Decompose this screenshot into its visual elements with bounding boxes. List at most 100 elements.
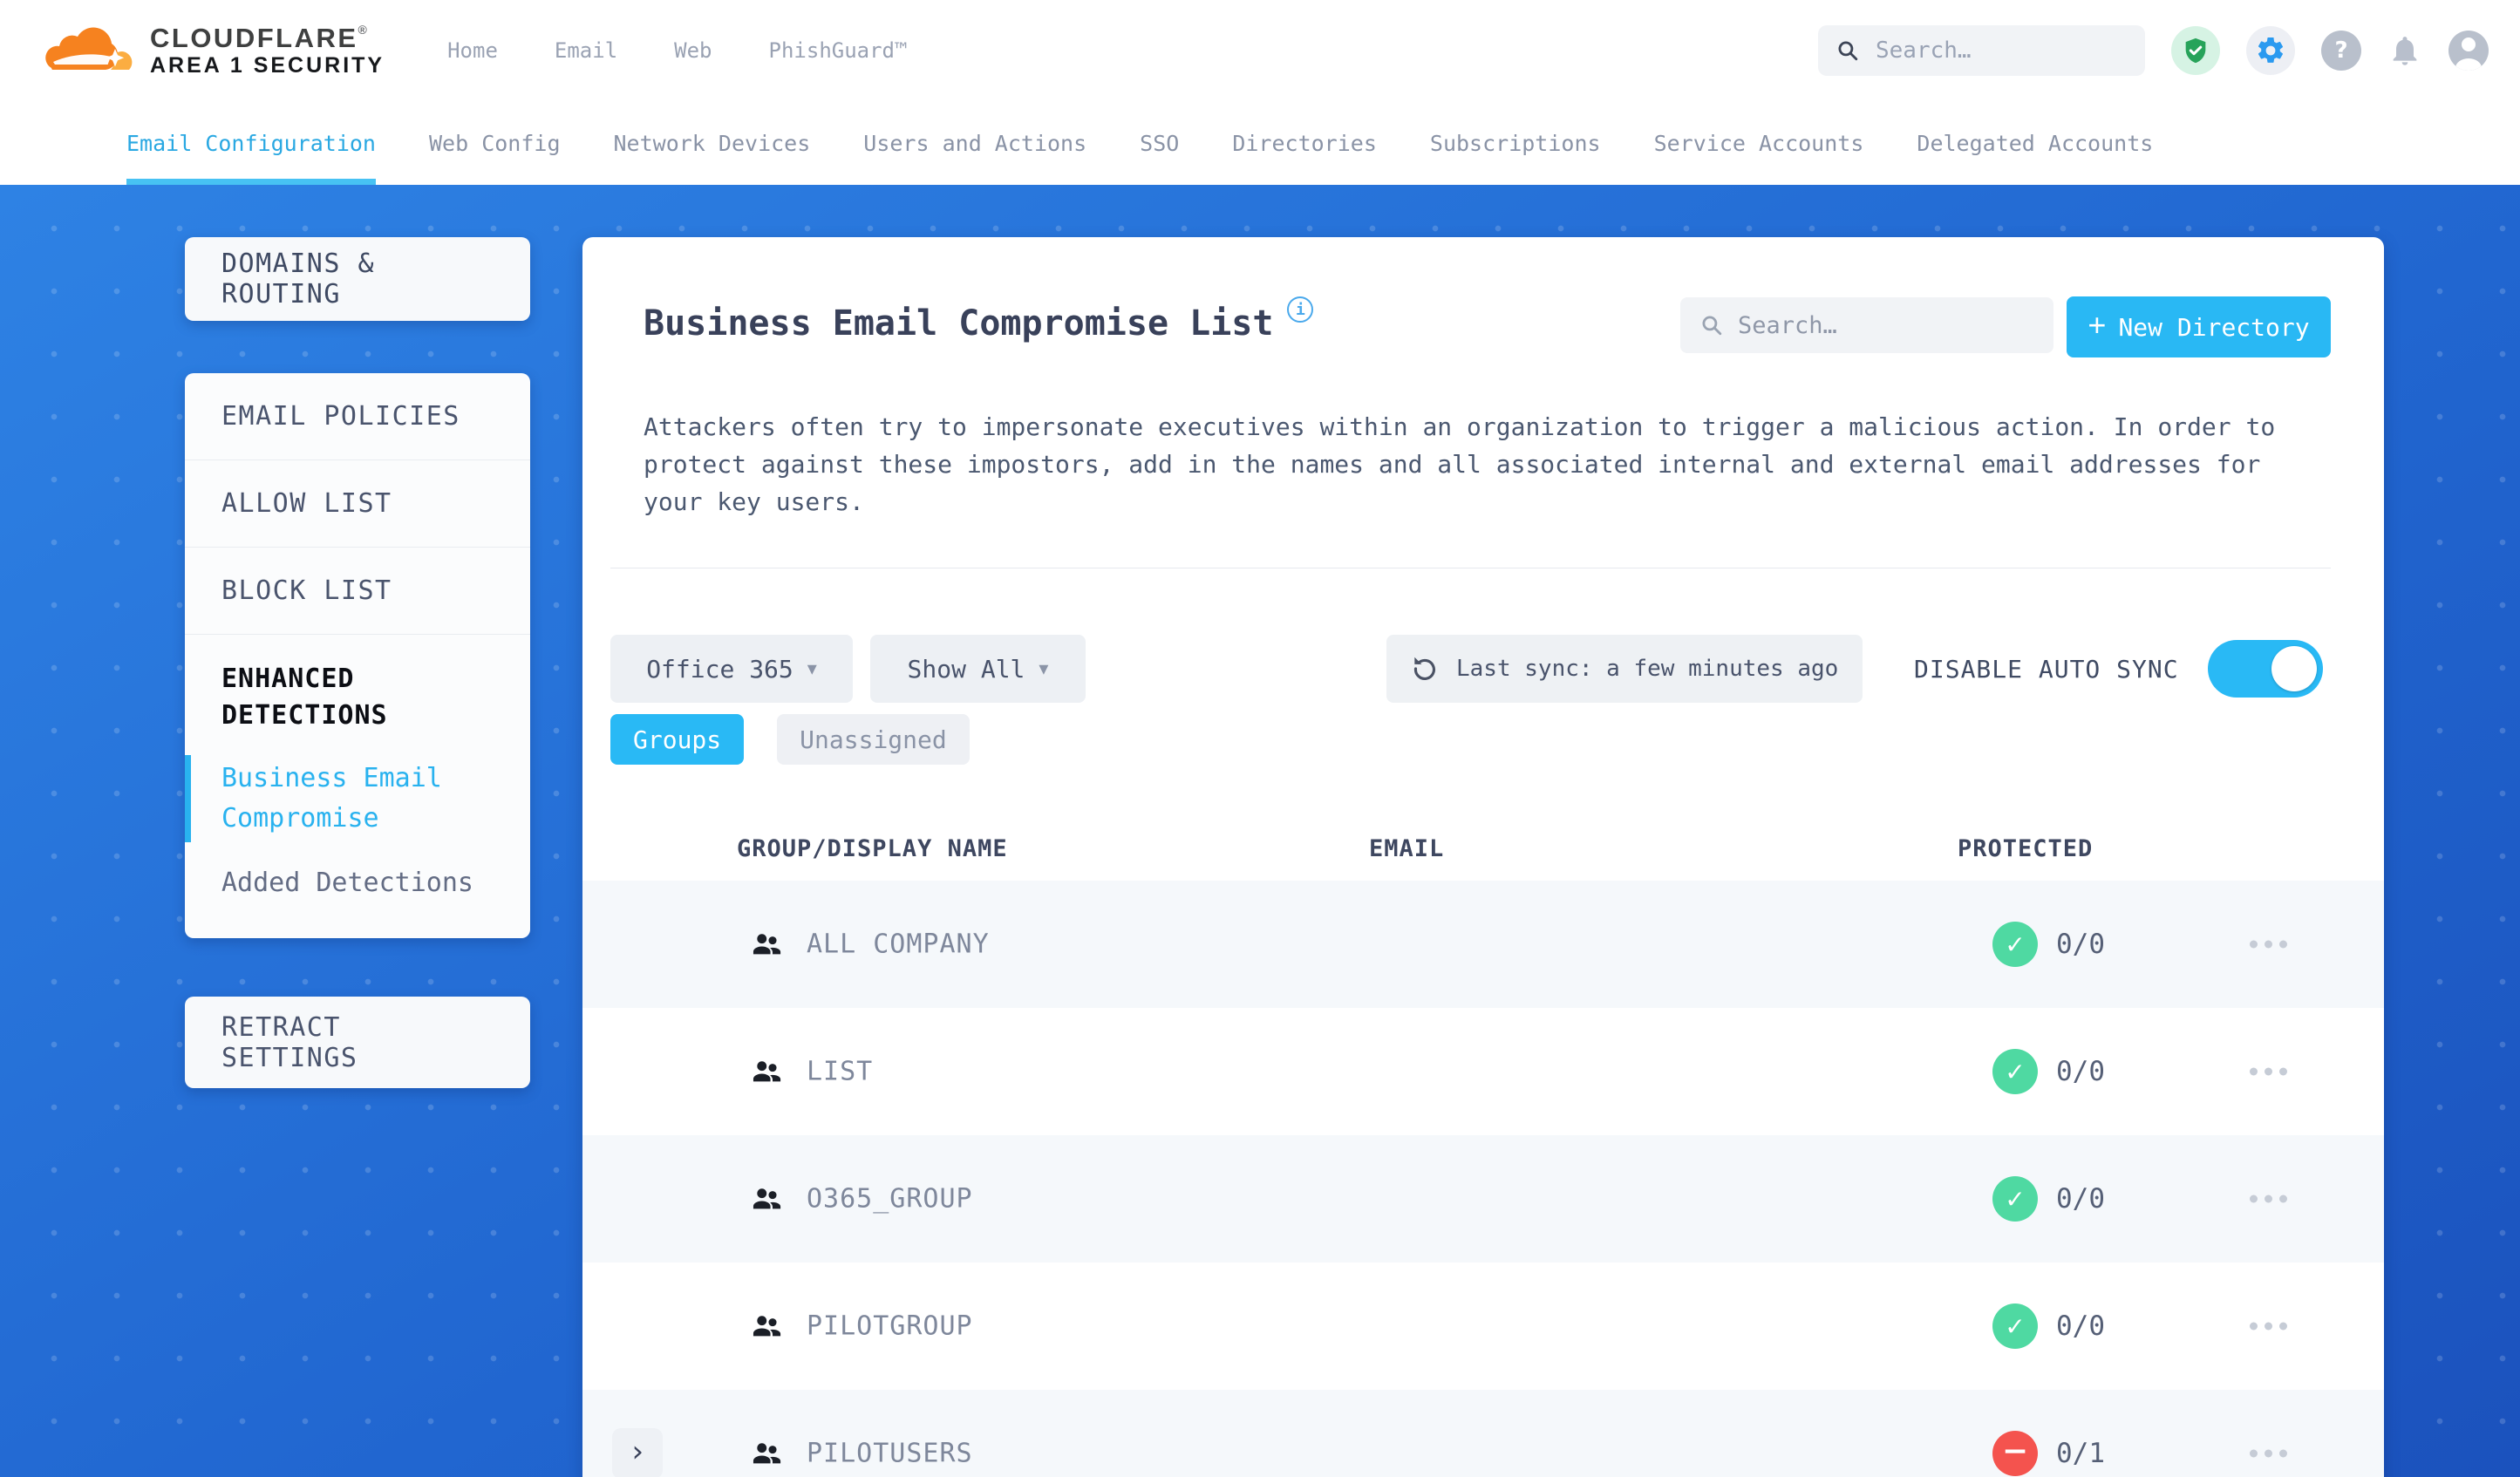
protected-status-icon — [1992, 922, 2038, 967]
app-window: CLOUDFLARE® AREA 1 SECURITY Home Email W… — [0, 0, 2520, 1477]
info-icon[interactable]: i — [1287, 296, 1314, 323]
group-icon — [748, 929, 785, 960]
gear-icon — [2255, 35, 2286, 66]
group-icon — [748, 1310, 785, 1342]
settings-button[interactable] — [2246, 26, 2295, 75]
user-avatar-button[interactable] — [2448, 31, 2489, 71]
refresh-icon — [1409, 653, 1440, 684]
tab-email-configuration[interactable]: Email Configuration — [126, 101, 376, 185]
global-search-placeholder: Search… — [1876, 37, 1972, 64]
top-nav-phishguard[interactable]: PhishGuard™ — [769, 38, 908, 63]
table-row[interactable]: LIST 0/0 — [582, 1008, 2384, 1135]
top-nav: Home Email Web PhishGuard™ — [447, 38, 907, 63]
last-sync-button[interactable]: Last sync: a few minutes ago — [1386, 635, 1863, 703]
brand-tagline: AREA 1 SECURITY — [150, 52, 385, 78]
content-area: DOMAINS & ROUTING EMAIL POLICIES ALLOW L… — [0, 185, 2520, 1477]
list-search-input[interactable]: Search… — [1680, 297, 2053, 353]
plus-icon: + — [2088, 307, 2107, 343]
protected-status-icon — [1992, 1176, 2038, 1222]
search-icon — [1699, 313, 1724, 337]
table-row[interactable]: O365_GROUP 0/0 — [582, 1135, 2384, 1263]
tab-groups[interactable]: Groups — [610, 714, 745, 765]
group-name: PILOTUSERS — [807, 1438, 973, 1469]
sidebar-item-email-policies[interactable]: EMAIL POLICIES — [185, 373, 530, 460]
sidebar-item-block-list[interactable]: BLOCK LIST — [185, 548, 530, 635]
tab-users-and-actions[interactable]: Users and Actions — [863, 101, 1086, 185]
header-right: Search… — [1818, 25, 2489, 76]
row-menu-button[interactable] — [2250, 940, 2287, 949]
cloudflare-cloud-icon — [45, 23, 136, 78]
group-icon — [748, 1438, 785, 1469]
group-name: PILOTGROUP — [807, 1310, 973, 1342]
page-title: Business Email Compromise List — [644, 303, 1274, 344]
tab-web-config[interactable]: Web Config — [429, 101, 561, 185]
brand-name: CLOUDFLARE — [150, 22, 358, 53]
sidebar-item-enhanced-detections[interactable]: ENHANCED DETECTIONS — [221, 661, 494, 734]
row-menu-button[interactable] — [2250, 1195, 2287, 1203]
table-body: ALL COMPANY 0/0 LIST 0/0 — [582, 881, 2384, 1477]
toggle-knob — [2271, 646, 2317, 691]
tab-service-accounts[interactable]: Service Accounts — [1654, 101, 1864, 185]
page-description: Attackers often try to impersonate execu… — [644, 412, 2276, 516]
group-icon — [748, 1183, 785, 1215]
group-name: LIST — [807, 1056, 874, 1087]
sidebar-item-added-detections[interactable]: Added Detections — [221, 863, 494, 903]
global-search-input[interactable]: Search… — [1818, 25, 2145, 76]
tab-directories[interactable]: Directories — [1232, 101, 1377, 185]
group-name: ALL COMPANY — [807, 929, 990, 960]
expand-chevron-button[interactable] — [612, 1428, 663, 1477]
group-name: O365_GROUP — [807, 1183, 973, 1215]
table-row[interactable]: PILOTGROUP 0/0 — [582, 1263, 2384, 1390]
sidebar-item-business-email-compromise[interactable]: Business Email Compromise — [185, 755, 494, 842]
title-row: Business Email Compromise List i — [644, 296, 1314, 344]
security-status-button[interactable] — [2171, 26, 2220, 75]
tab-sso[interactable]: SSO — [1140, 101, 1179, 185]
sidebar-item-allow-list[interactable]: ALLOW LIST — [185, 460, 530, 548]
help-button[interactable] — [2321, 31, 2361, 71]
tab-delegated-accounts[interactable]: Delegated Accounts — [1917, 101, 2153, 185]
sidebar-item-domains-routing[interactable]: DOMAINS & ROUTING — [185, 237, 530, 321]
protected-count: 0/0 — [2056, 929, 2105, 960]
protected-count: 0/0 — [2056, 1056, 2105, 1087]
directory-select-value: Office 365 — [646, 654, 793, 684]
show-filter-select[interactable]: Show All — [870, 635, 1086, 703]
view-tabs: Groups Unassigned — [610, 714, 970, 765]
new-directory-button[interactable]: + New Directory — [2067, 296, 2331, 357]
cloudflare-logo[interactable]: CLOUDFLARE® AREA 1 SECURITY — [45, 23, 385, 78]
sidebar-policies-card: EMAIL POLICIES ALLOW LIST BLOCK LIST ENH… — [185, 373, 530, 938]
row-menu-button[interactable] — [2250, 1449, 2287, 1458]
top-nav-web[interactable]: Web — [674, 38, 712, 63]
protected-count: 0/0 — [2056, 1183, 2105, 1215]
group-icon — [748, 1056, 785, 1087]
tab-subscriptions[interactable]: Subscriptions — [1430, 101, 1601, 185]
auto-sync-toggle[interactable] — [2208, 640, 2323, 698]
sidebar-section-enhanced-detections: ENHANCED DETECTIONS Business Email Compr… — [185, 635, 530, 938]
protected-status-icon — [1992, 1431, 2038, 1476]
list-search-placeholder: Search… — [1738, 311, 1837, 339]
tab-network-devices[interactable]: Network Devices — [614, 101, 811, 185]
protected-count: 0/0 — [2056, 1310, 2105, 1342]
secondary-nav: Email Configuration Web Config Network D… — [0, 101, 2520, 185]
main-panel: Business Email Compromise List i Search…… — [582, 237, 2384, 1477]
brand-text: CLOUDFLARE® AREA 1 SECURITY — [150, 22, 385, 78]
sidebar-item-retract-settings[interactable]: RETRACT SETTINGS — [185, 997, 530, 1088]
top-nav-home[interactable]: Home — [447, 38, 498, 63]
directory-select[interactable]: Office 365 — [610, 635, 853, 703]
row-menu-button[interactable] — [2250, 1067, 2287, 1076]
protected-status-icon — [1992, 1049, 2038, 1094]
top-nav-email[interactable]: Email — [555, 38, 617, 63]
row-menu-button[interactable] — [2250, 1322, 2287, 1331]
column-group-display-name: GROUP/DISPLAY NAME — [737, 835, 1008, 862]
protected-count: 0/1 — [2056, 1438, 2105, 1469]
notifications-button[interactable] — [2387, 31, 2422, 70]
search-icon — [1836, 38, 1860, 63]
sidebar: DOMAINS & ROUTING EMAIL POLICIES ALLOW L… — [185, 237, 530, 1088]
table-row[interactable]: PILOTUSERS 0/1 — [582, 1390, 2384, 1477]
column-protected: PROTECTED — [1958, 835, 2094, 862]
top-header: CLOUDFLARE® AREA 1 SECURITY Home Email W… — [0, 0, 2520, 101]
tab-unassigned[interactable]: Unassigned — [777, 714, 970, 765]
show-filter-value: Show All — [907, 654, 1025, 684]
registered-mark: ® — [358, 22, 370, 37]
new-directory-label: New Directory — [2118, 312, 2310, 342]
table-row[interactable]: ALL COMPANY 0/0 — [582, 881, 2384, 1008]
